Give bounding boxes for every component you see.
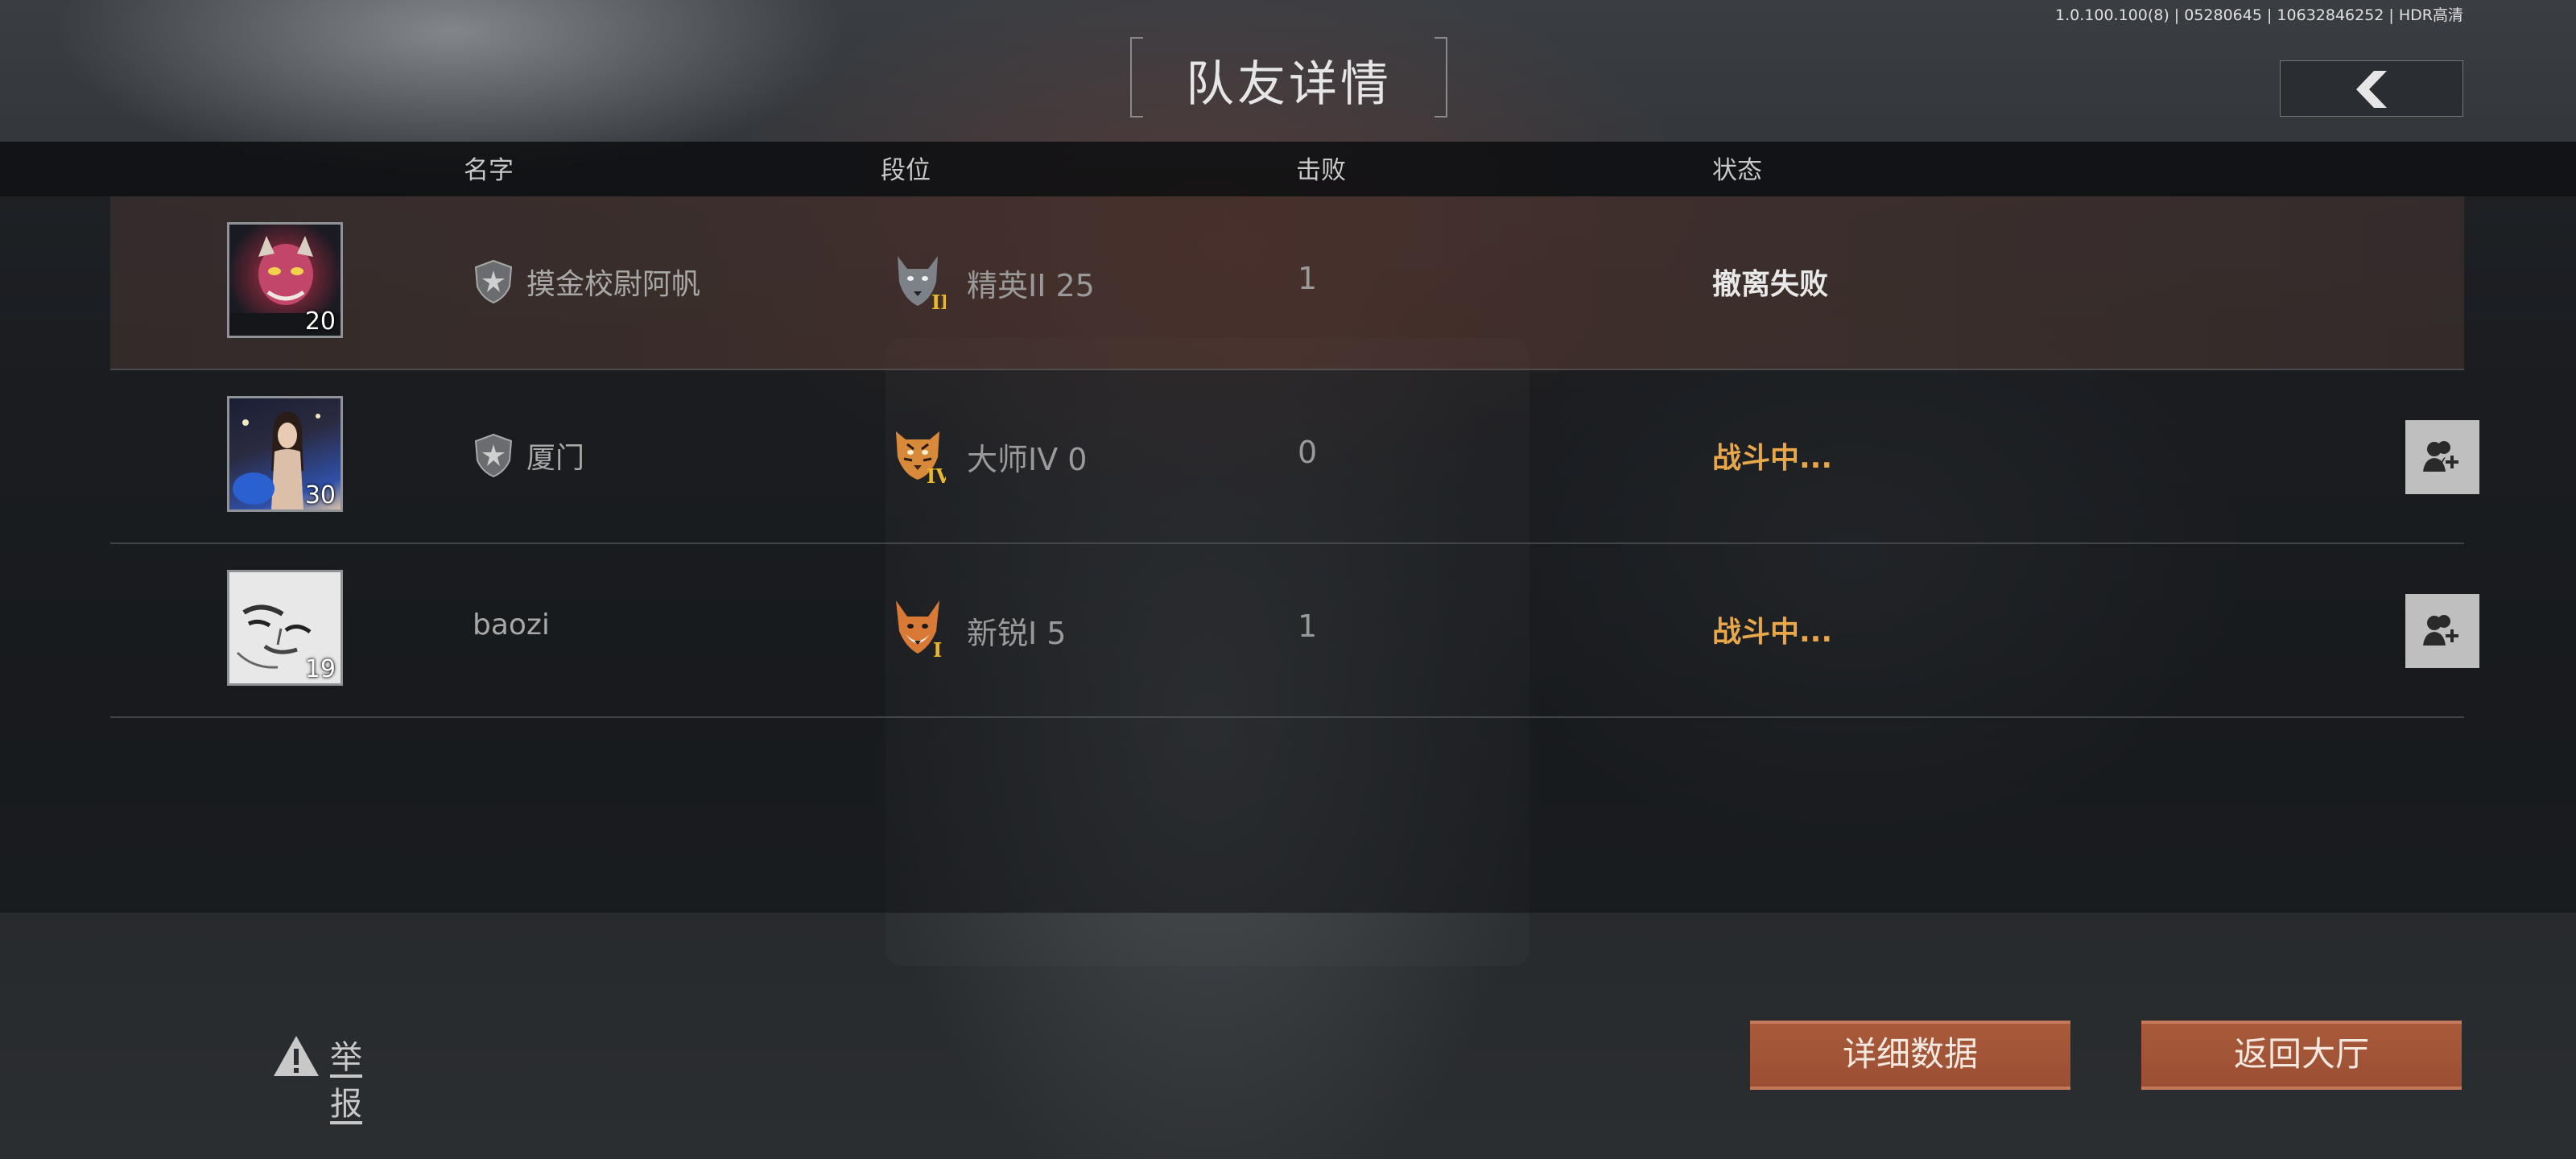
back-button[interactable] — [2280, 60, 2463, 117]
report-label[interactable]: 举报 — [330, 1031, 362, 1124]
rank-text: 大师IV 0 — [967, 442, 1088, 477]
teammate-status: 战斗中... — [1712, 442, 1833, 475]
teammate-name: 厦门 — [526, 442, 585, 475]
rank-text: 精英II 25 — [967, 268, 1095, 303]
kills-count: 1 — [1298, 261, 1318, 296]
rank-text: 新锐I 5 — [967, 616, 1067, 651]
rank-tier-label: I — [933, 638, 942, 658]
kills-count: 1 — [1298, 608, 1318, 644]
teammate-row: 20 摸金校尉阿帆 II 精英II 25 1 撤离失败 — [110, 196, 2464, 370]
title-frame: 队友详情 — [1130, 37, 1447, 118]
level-badge: 20 — [304, 307, 336, 336]
details-button[interactable]: 详细数据 — [1750, 1021, 2070, 1090]
avatar[interactable]: 30 — [227, 396, 343, 512]
add-friend-icon — [2423, 441, 2458, 472]
wolf-rank-icon: II — [898, 256, 946, 311]
teammate-status: 撤离失败 — [1712, 268, 1829, 301]
version-info: 1.0.100.100(8) | 05280645 | 10632846252 … — [2055, 6, 2463, 24]
add-friend-icon — [2423, 615, 2458, 645]
shield-badge-icon — [474, 259, 513, 304]
column-rank: 段位 — [881, 156, 931, 185]
level-badge: 19 — [304, 655, 336, 683]
teammate-name: baozi — [473, 608, 550, 641]
chevron-left-icon — [2356, 71, 2387, 108]
rank-tier-label: IV — [927, 464, 946, 485]
teammate-status: 战斗中... — [1712, 616, 1833, 649]
avatar[interactable]: 19 — [227, 570, 343, 686]
add-friend-button[interactable] — [2405, 420, 2479, 494]
column-header-bar — [0, 142, 2576, 196]
column-status: 状态 — [1712, 156, 1762, 185]
page-title: 队友详情 — [1186, 56, 1392, 113]
teammate-row: 30 厦门 IV 大师IV 0 0 战斗中... — [110, 370, 2479, 544]
teammate-row: 19 baozi I 新锐I 5 1 战斗中... — [110, 544, 2479, 718]
teammate-name: 摸金校尉阿帆 — [526, 268, 701, 301]
shield-badge-icon — [474, 433, 513, 478]
rank-tier-label: II — [931, 291, 946, 311]
level-badge: 30 — [304, 481, 336, 509]
return-lobby-button[interactable]: 返回大厅 — [2141, 1021, 2462, 1090]
fox-rank-icon: I — [896, 600, 942, 658]
avatar[interactable]: 20 — [227, 222, 343, 338]
column-name: 名字 — [464, 156, 514, 185]
warning-icon — [274, 1036, 319, 1076]
column-kills: 击败 — [1296, 156, 1346, 185]
add-friend-button[interactable] — [2405, 594, 2479, 668]
kills-count: 0 — [1298, 435, 1318, 470]
tiger-rank-icon: IV — [896, 431, 946, 485]
